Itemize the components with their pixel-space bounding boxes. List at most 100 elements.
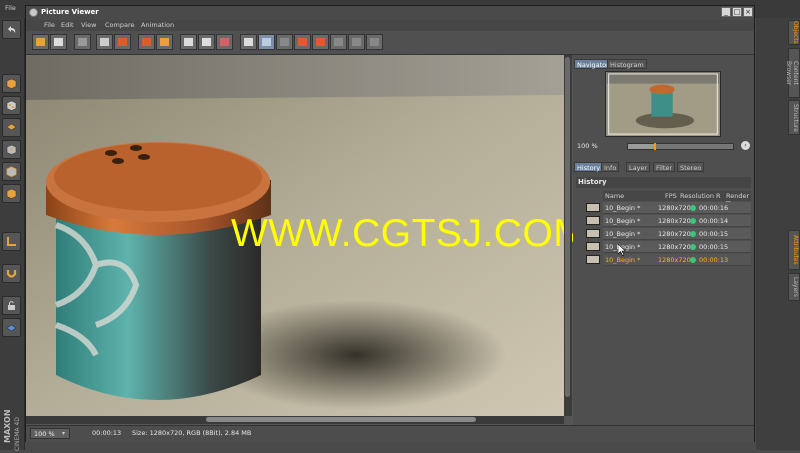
vertical-scrollbar[interactable] bbox=[564, 55, 572, 416]
scroll-thumb[interactable] bbox=[206, 417, 476, 422]
status-image-info: Size: 1280x720, RGB (8Bit), 2.84 MB bbox=[132, 429, 252, 437]
chevron-down-icon: ▾ bbox=[62, 430, 66, 437]
lock-tool[interactable] bbox=[2, 296, 21, 315]
save-icon bbox=[54, 38, 63, 46]
ab-compare-button[interactable] bbox=[240, 34, 257, 50]
tab-histogram[interactable]: Histogram bbox=[607, 59, 647, 69]
menu-edit[interactable]: Edit bbox=[61, 21, 74, 29]
tab-layer[interactable]: Layer bbox=[626, 162, 651, 172]
scroll-thumb[interactable] bbox=[565, 57, 570, 397]
minimize-button[interactable]: _ bbox=[721, 7, 731, 17]
zoom-apply-icon[interactable]: › bbox=[741, 141, 750, 150]
polygons-mode-icon bbox=[6, 188, 17, 199]
points-tool[interactable] bbox=[2, 140, 21, 159]
magnet-tool[interactable] bbox=[2, 264, 21, 283]
col-resolution[interactable]: Resolution bbox=[680, 192, 714, 200]
attributes-tab[interactable]: Attributes bbox=[788, 230, 800, 270]
open-button[interactable] bbox=[32, 34, 49, 50]
render-button[interactable] bbox=[96, 34, 113, 50]
set-b-button[interactable] bbox=[312, 34, 329, 50]
history-row[interactable]: 10_Begin * 1280x720 00:00:14 bbox=[586, 215, 751, 227]
layers-tab[interactable]: Layers bbox=[788, 273, 800, 301]
undo-tool[interactable] bbox=[2, 20, 21, 39]
image-icon bbox=[184, 38, 193, 46]
grid-view-button[interactable] bbox=[74, 34, 91, 50]
objects-tab[interactable]: Objects bbox=[788, 20, 800, 45]
tab-stereo[interactable]: Stereo bbox=[677, 162, 705, 172]
menu-view[interactable]: View bbox=[81, 21, 96, 29]
history-render-time: 00:00:14 bbox=[699, 217, 729, 225]
history-thumbnail bbox=[586, 229, 600, 238]
split-view-button[interactable] bbox=[258, 34, 275, 50]
swap-ab-button[interactable] bbox=[276, 34, 293, 50]
status-ok-icon bbox=[690, 244, 696, 250]
workplane-icon bbox=[6, 324, 17, 332]
filter-button[interactable] bbox=[348, 34, 365, 50]
navigator-thumbnail[interactable] bbox=[605, 71, 721, 137]
history-thumbnail bbox=[586, 242, 600, 251]
polygons-tool[interactable] bbox=[2, 184, 21, 203]
maxon-brand-text: MAXON bbox=[3, 409, 12, 443]
render-region-button[interactable] bbox=[114, 34, 131, 50]
swap-icon bbox=[280, 38, 289, 46]
zoom-dropdown[interactable]: 100 % ▾ bbox=[30, 428, 70, 439]
viewer-statusbar: 100 % ▾ 00:00:13 Size: 1280x720, RGB (8B… bbox=[26, 425, 754, 442]
checker-cube-icon bbox=[6, 100, 17, 111]
edges-mode-icon bbox=[6, 166, 17, 177]
col-name[interactable]: Name bbox=[605, 192, 624, 200]
save-button[interactable] bbox=[50, 34, 67, 50]
channels-button[interactable] bbox=[216, 34, 233, 50]
history-row[interactable]: 10_Begin * 1280x720 00:00:16 bbox=[586, 202, 751, 214]
history-render-time: 00:00:16 bbox=[699, 204, 729, 212]
zoom-slider-fill bbox=[628, 144, 656, 149]
zoom-slider[interactable] bbox=[627, 143, 734, 150]
viewer-menubar: File Edit View Compare Animation bbox=[26, 20, 754, 31]
app-logo-icon bbox=[29, 8, 38, 17]
viewer-toolbar bbox=[26, 31, 754, 55]
maximize-button[interactable]: □ bbox=[732, 7, 742, 17]
set-a-button[interactable] bbox=[294, 34, 311, 50]
cube-tool[interactable] bbox=[2, 74, 21, 93]
history-resolution: 1280x720 bbox=[658, 217, 691, 225]
col-r[interactable]: R bbox=[716, 192, 721, 200]
navigator-zoom-row: 100 % › bbox=[577, 141, 750, 152]
folder-icon bbox=[36, 38, 45, 46]
image-width-icon bbox=[202, 38, 211, 46]
col-fps[interactable]: FPS bbox=[665, 192, 677, 200]
tab-history[interactable]: History bbox=[574, 162, 604, 172]
tab-filter[interactable]: Filter bbox=[653, 162, 676, 172]
copy-button[interactable] bbox=[156, 34, 173, 50]
grid-icon bbox=[78, 38, 87, 46]
window-titlebar[interactable]: Picture Viewer _ □ × bbox=[26, 6, 754, 21]
render-region-icon bbox=[118, 38, 127, 46]
cube-icon bbox=[6, 78, 17, 89]
history-resolution: 1280x720 bbox=[658, 230, 691, 238]
history-resolution: 1280x720 bbox=[658, 256, 691, 264]
tab-info[interactable]: Info bbox=[601, 162, 620, 172]
content-browser-tab[interactable]: Content Browser bbox=[785, 48, 800, 98]
grid-tool[interactable] bbox=[2, 118, 21, 137]
close-button[interactable]: × bbox=[743, 7, 753, 17]
magnet-icon bbox=[6, 270, 17, 278]
axis-tool[interactable] bbox=[2, 232, 21, 251]
menu-animation[interactable]: Animation bbox=[141, 21, 174, 29]
fit-image-button[interactable] bbox=[180, 34, 197, 50]
fit-width-button[interactable] bbox=[198, 34, 215, 50]
history-thumbnail bbox=[586, 255, 600, 264]
c4d-file-menu[interactable]: File bbox=[5, 4, 16, 12]
structure-tab[interactable]: Structure bbox=[788, 100, 800, 135]
workplane-tool[interactable] bbox=[2, 318, 21, 337]
checker-cube-tool[interactable] bbox=[2, 96, 21, 115]
horizontal-scrollbar[interactable] bbox=[26, 416, 564, 424]
difference-button[interactable] bbox=[330, 34, 347, 50]
history-render-time: 00:00:15 bbox=[699, 243, 729, 251]
layout-button[interactable] bbox=[366, 34, 383, 50]
menu-compare[interactable]: Compare bbox=[105, 21, 135, 29]
menu-file[interactable]: File bbox=[44, 21, 55, 29]
difference-icon bbox=[334, 38, 343, 46]
status-ok-icon bbox=[690, 205, 696, 211]
edges-tool[interactable] bbox=[2, 162, 21, 181]
zoom-slider-knob[interactable] bbox=[654, 143, 657, 150]
history-row[interactable]: 10_Begin * 1280x720 00:00:15 bbox=[586, 228, 751, 240]
stop-render-button[interactable] bbox=[138, 34, 155, 50]
